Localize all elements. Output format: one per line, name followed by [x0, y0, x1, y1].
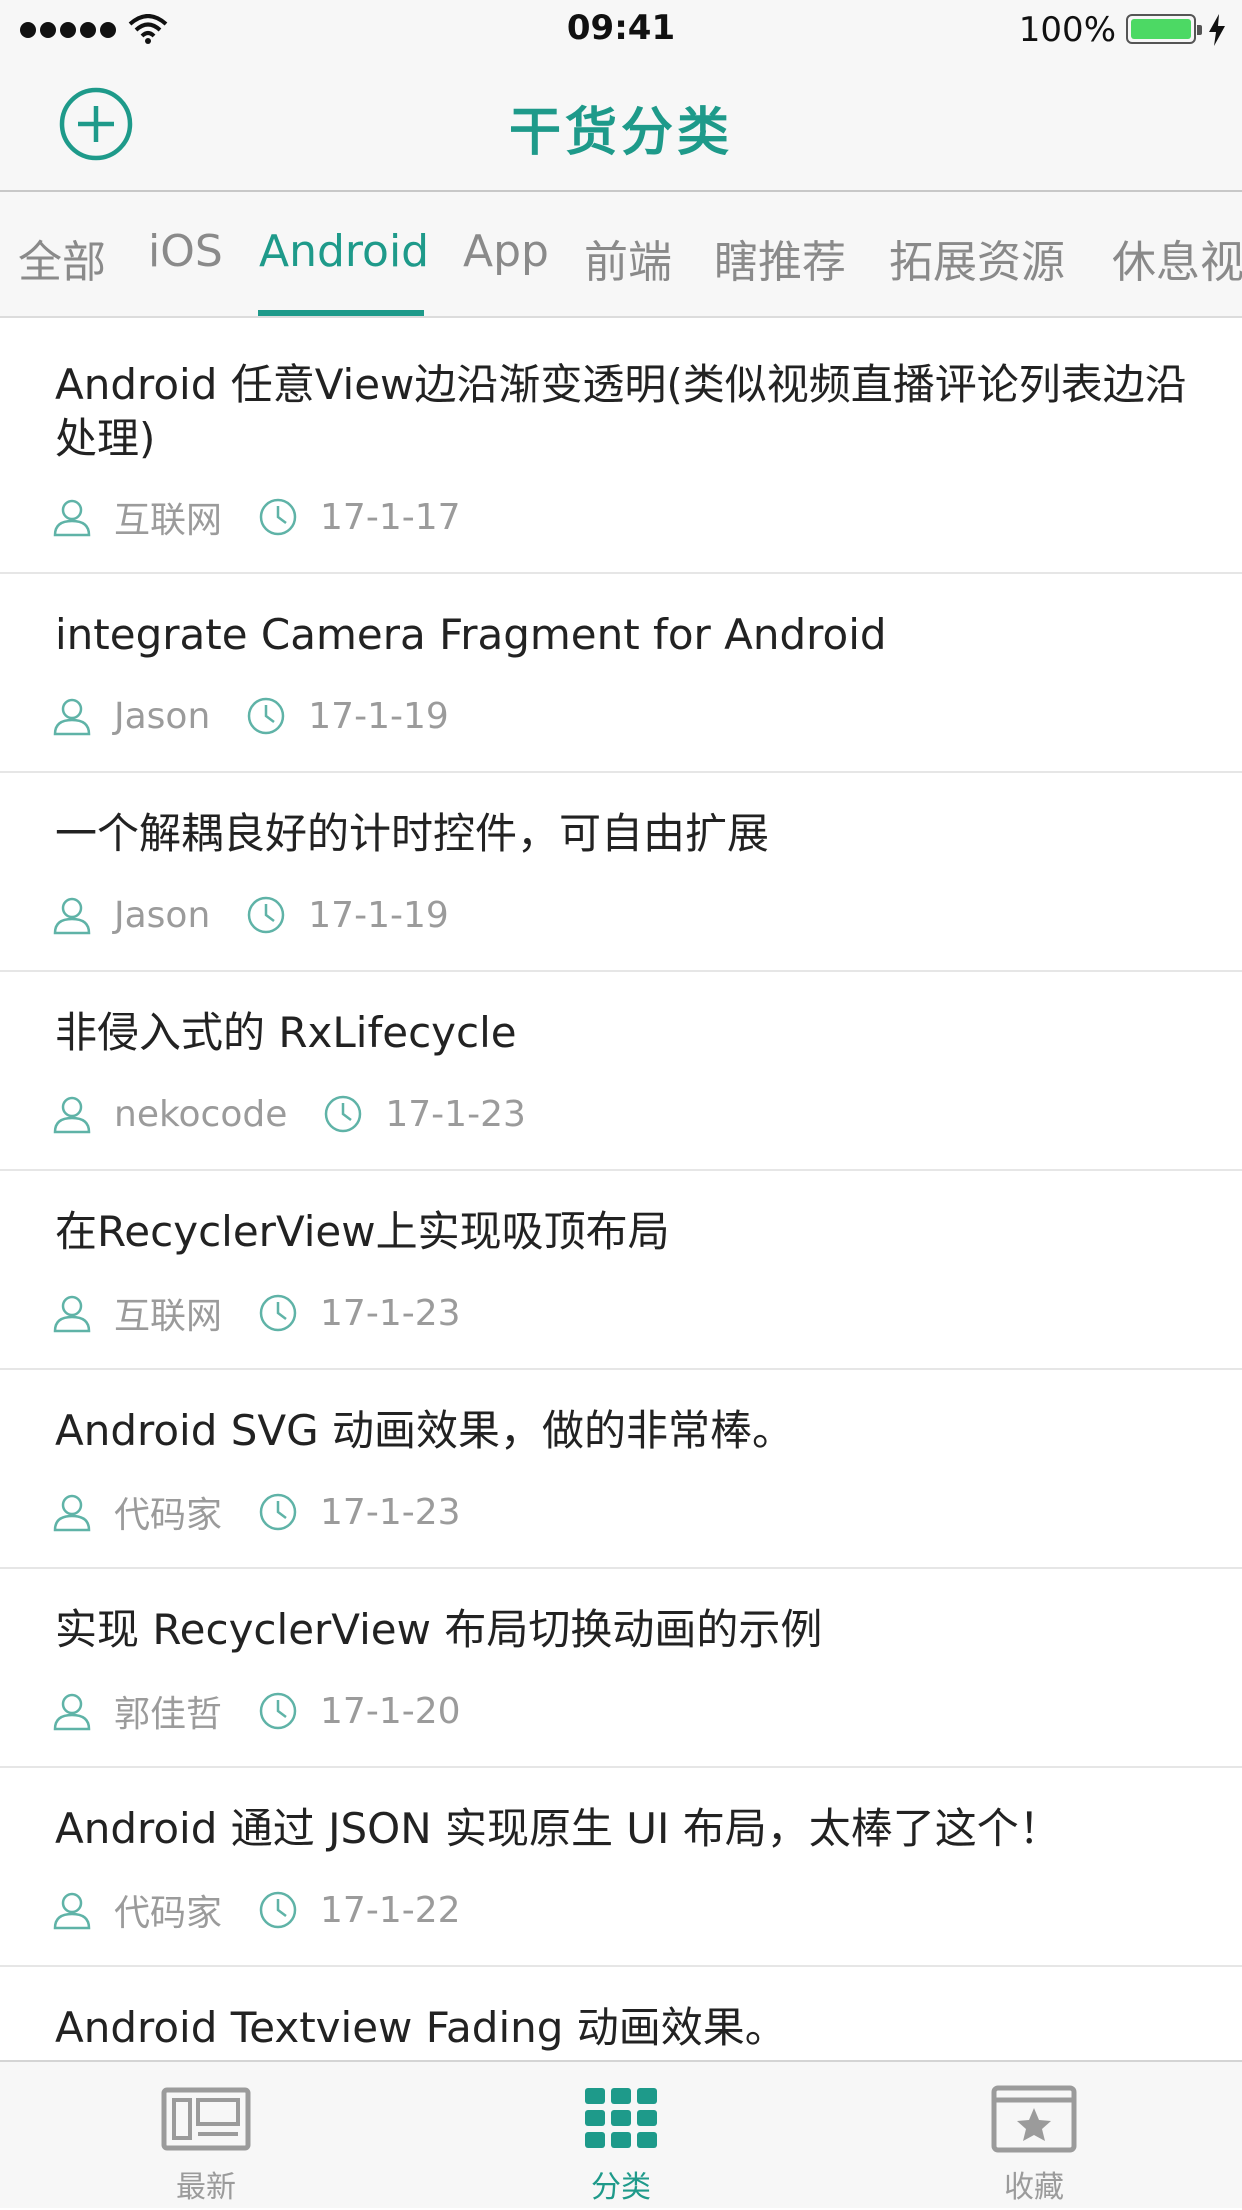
article-title[interactable]: 非侵入式的 RxLifecycle — [55, 1006, 1202, 1060]
user-icon — [53, 1096, 91, 1134]
navigation-bar: 干货分类 — [0, 60, 1242, 192]
article-meta: 代码家 17-1-23 — [52, 1487, 461, 1537]
tab-bar: 最新 分类 收藏 — [0, 2060, 1242, 2208]
article-meta: 郭佳哲 17-1-20 — [52, 1686, 461, 1736]
tab-all[interactable]: 全部 — [18, 226, 106, 290]
article-meta: Jason 17-1-19 — [52, 890, 449, 940]
clock-icon — [259, 1692, 297, 1730]
article-author: nekocode — [114, 1093, 288, 1135]
article-date: 17-1-23 — [385, 1093, 526, 1135]
article-date: 17-1-19 — [308, 695, 449, 737]
article-title[interactable]: Android 任意View边沿渐变透明(类似视频直播评论列表边沿处理) — [55, 358, 1202, 466]
article-meta: nekocode 17-1-23 — [52, 1089, 526, 1139]
clock-icon — [259, 1294, 297, 1332]
tab-frontend[interactable]: 前端 — [584, 226, 672, 290]
article-date: 17-1-20 — [320, 1690, 461, 1732]
list-item[interactable]: 实现 RecyclerView 布局切换动画的示例 郭佳哲 17-1-20 — [0, 1569, 1242, 1768]
tabbar-item-favorites[interactable]: 收藏 — [934, 2062, 1134, 2210]
battery-icon — [1126, 14, 1202, 44]
battery-percent: 100% — [1018, 10, 1116, 50]
article-date: 17-1-22 — [320, 1889, 461, 1931]
user-icon — [53, 698, 91, 736]
article-meta: 互联网 17-1-17 — [52, 492, 461, 542]
article-title[interactable]: Android Textview Fading 动画效果。 — [55, 2001, 1202, 2055]
article-date: 17-1-23 — [320, 1292, 461, 1334]
article-title[interactable]: Android SVG 动画效果，做的非常棒。 — [55, 1404, 1202, 1458]
clock-icon — [259, 1493, 297, 1531]
article-meta: 互联网 17-1-23 — [52, 1288, 461, 1338]
user-icon — [53, 897, 91, 935]
newspaper-icon — [161, 2087, 251, 2151]
article-author: 郭佳哲 — [114, 1694, 223, 1735]
article-title[interactable]: 一个解耦良好的计时控件，可自由扩展 — [55, 807, 1202, 861]
star-box-icon — [991, 2085, 1077, 2153]
list-item[interactable]: 在RecyclerView上实现吸顶布局 互联网 17-1-23 — [0, 1171, 1242, 1370]
article-title[interactable]: Android 通过 JSON 实现原生 UI 布局，太棒了这个！ — [55, 1802, 1202, 1856]
tab-ios[interactable]: iOS — [148, 226, 223, 277]
article-meta: Jason 17-1-19 — [52, 691, 449, 741]
article-date: 17-1-17 — [320, 496, 461, 538]
status-bar: 09:41 100% — [0, 0, 1242, 60]
list-item[interactable]: 非侵入式的 RxLifecycle nekocode 17-1-23 — [0, 972, 1242, 1171]
article-author: 互联网 — [114, 1296, 223, 1337]
article-author: 代码家 — [114, 1495, 223, 1536]
article-meta: 代码家 17-1-22 — [52, 1885, 461, 1935]
list-item[interactable]: Android SVG 动画效果，做的非常棒。 代码家 17-1-23 — [0, 1370, 1242, 1569]
article-title[interactable]: 在RecyclerView上实现吸顶布局 — [55, 1205, 1202, 1259]
tabbar-label: 最新 — [176, 2170, 236, 2205]
user-icon — [53, 1494, 91, 1532]
list-item[interactable]: 一个解耦良好的计时控件，可自由扩展 Jason 17-1-19 — [0, 773, 1242, 972]
list-item[interactable]: Android 任意View边沿渐变透明(类似视频直播评论列表边沿处理) 互联网… — [0, 318, 1242, 574]
list-item[interactable]: Android 通过 JSON 实现原生 UI 布局，太棒了这个！ 代码家 17… — [0, 1768, 1242, 1967]
article-date: 17-1-23 — [320, 1491, 461, 1533]
list-item[interactable]: integrate Camera Fragment for Android Ja… — [0, 574, 1242, 773]
tabbar-label: 分类 — [591, 2170, 651, 2205]
article-title[interactable]: integrate Camera Fragment for Android — [55, 608, 1202, 662]
tab-rest-video[interactable]: 休息视 — [1112, 226, 1242, 290]
clock-icon — [259, 498, 297, 536]
article-author: 互联网 — [114, 500, 223, 541]
clock-icon — [248, 896, 285, 934]
user-icon — [53, 1295, 91, 1333]
article-title[interactable]: 实现 RecyclerView 布局切换动画的示例 — [55, 1603, 1202, 1657]
clock-icon — [259, 1891, 297, 1929]
tab-recommend[interactable]: 瞎推荐 — [714, 226, 846, 290]
user-icon — [53, 1892, 91, 1930]
active-tab-indicator — [258, 310, 424, 316]
grid-icon — [585, 2088, 657, 2148]
charging-icon — [1209, 14, 1225, 46]
user-icon — [53, 1693, 91, 1731]
tabbar-item-latest[interactable]: 最新 — [106, 2062, 306, 2210]
article-author: 代码家 — [114, 1893, 223, 1934]
tab-android[interactable]: Android — [259, 226, 429, 277]
page-title: 干货分类 — [508, 103, 733, 163]
category-tabs: 全部 iOS Android App 前端 瞎推荐 拓展资源 休息视 — [0, 192, 1242, 318]
tabbar-item-category[interactable]: 分类 — [521, 2062, 721, 2210]
clock-icon — [325, 1095, 362, 1133]
tab-app[interactable]: App — [463, 226, 549, 277]
article-author: Jason — [114, 695, 211, 737]
clock-icon — [248, 697, 285, 735]
tab-resources[interactable]: 拓展资源 — [889, 226, 1065, 290]
article-author: Jason — [114, 894, 211, 936]
user-icon — [53, 499, 91, 537]
article-date: 17-1-19 — [308, 894, 449, 936]
tabbar-label: 收藏 — [1004, 2170, 1064, 2205]
